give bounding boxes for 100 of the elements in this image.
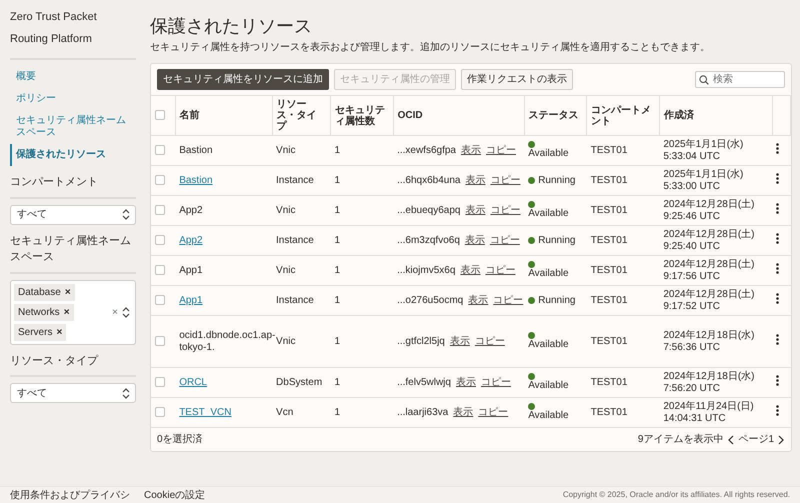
row-checkbox[interactable] xyxy=(155,264,165,275)
status-text: Running xyxy=(538,234,576,246)
table-cell: ...felv5wlwjq xyxy=(397,376,451,388)
select-field[interactable]: すべて xyxy=(10,383,136,403)
show-link[interactable]: 表示 xyxy=(460,264,480,276)
table-cell: 1 xyxy=(334,234,340,246)
select-all-checkbox[interactable] xyxy=(155,110,165,120)
show-link[interactable]: 表示 xyxy=(464,234,485,246)
table-cell: ...ebueqy6apq xyxy=(397,204,460,216)
kebab-menu-icon[interactable] xyxy=(776,143,780,154)
table-cell: TEST01 xyxy=(590,406,628,418)
clear-button[interactable]: × xyxy=(112,304,118,320)
kebab-menu-icon[interactable] xyxy=(776,233,780,244)
table-cell: Instance xyxy=(276,174,314,186)
tag-chip: Servers × xyxy=(14,324,66,340)
next-page-icon[interactable] xyxy=(778,434,785,444)
copy-link[interactable]: コピー xyxy=(490,204,520,216)
row-checkbox[interactable] xyxy=(155,294,165,305)
status-text: Available xyxy=(528,410,569,422)
status-dot xyxy=(528,403,536,410)
toolbar-button[interactable]: 作業リクエストの表示 xyxy=(461,69,573,90)
table-cell: 2024年12月18日(水) 7:56:20 UTC xyxy=(663,370,754,394)
table-cell: Instance xyxy=(276,294,314,306)
multi-select-field[interactable]: Database × Networks × Servers × × xyxy=(10,280,136,344)
toolbar-button[interactable]: セキュリティ属性をリソースに追加 xyxy=(157,69,329,90)
resource-link[interactable]: TEST_VCN xyxy=(179,406,232,418)
copy-link[interactable]: コピー xyxy=(480,376,511,388)
remove-tag-button[interactable]: × xyxy=(56,324,62,340)
table-cell: ...laarji63va xyxy=(397,406,448,418)
row-checkbox[interactable] xyxy=(155,406,165,417)
product-title: Zero Trust Packet Routing Platform xyxy=(10,4,136,60)
table-cell: 1 xyxy=(334,174,340,186)
copy-link[interactable]: コピー xyxy=(490,174,520,186)
table-cell: 2024年12月28日(土) 9:25:40 UTC xyxy=(663,228,754,252)
table-cell: 2024年12月28日(土) 9:25:46 UTC xyxy=(663,198,754,222)
nav-link[interactable]: セキュリティ属性ネームスペース xyxy=(10,110,136,144)
table-cell: 1 xyxy=(334,264,340,276)
table-cell: TEST01 xyxy=(590,376,628,388)
status-text: Available xyxy=(528,268,569,280)
status-dot xyxy=(528,261,536,268)
select-field[interactable]: すべて xyxy=(10,204,136,224)
row-checkbox[interactable] xyxy=(155,144,165,155)
row-checkbox[interactable] xyxy=(155,336,165,346)
remove-tag-button[interactable]: × xyxy=(64,284,71,300)
kebab-menu-icon[interactable] xyxy=(776,334,780,345)
footer-link[interactable]: 使用条件およびプライバシ xyxy=(10,488,130,502)
previous-page-icon[interactable] xyxy=(727,434,734,444)
table-cell: 1 xyxy=(334,376,340,388)
footer-link[interactable]: Cookieの設定 xyxy=(144,488,206,502)
nav-link[interactable]: ポリシー xyxy=(10,88,136,110)
column-header: 名前 xyxy=(180,110,200,121)
row-checkbox[interactable] xyxy=(155,376,165,387)
show-link[interactable]: 表示 xyxy=(450,336,470,346)
table-cell: App1 xyxy=(179,264,203,276)
show-link[interactable]: 表示 xyxy=(453,406,474,418)
table-cell: 2025年1月1日(水) 5:33:00 UTC xyxy=(663,168,744,192)
copy-link[interactable]: コピー xyxy=(478,406,508,418)
copy-link[interactable]: コピー xyxy=(486,144,516,156)
status-dot xyxy=(528,141,536,148)
tag-chip: Database × xyxy=(14,284,75,300)
page-description: セキュリティ属性を持つリソースを表示および管理します。追加のリソースにセキュリティ属性を適用することもできます。 xyxy=(150,40,711,55)
column-header: リソース・タイプ xyxy=(276,99,317,132)
copy-link[interactable]: コピー xyxy=(474,336,505,346)
show-link[interactable]: 表示 xyxy=(465,174,486,186)
table-cell: Vnic xyxy=(276,336,296,346)
copy-link[interactable]: コピー xyxy=(485,264,516,276)
resource-link[interactable]: App1 xyxy=(179,294,203,306)
table-cell: TEST01 xyxy=(590,234,628,246)
status-text: Available xyxy=(528,339,569,351)
table-cell: TEST01 xyxy=(590,336,628,346)
table-cell: Vcn xyxy=(276,406,294,418)
kebab-menu-icon[interactable] xyxy=(776,293,780,304)
copy-link[interactable]: コピー xyxy=(490,234,520,246)
copy-link[interactable]: コピー xyxy=(493,294,524,306)
show-link[interactable]: 表示 xyxy=(460,144,481,156)
resource-link[interactable]: ORCL xyxy=(179,376,207,388)
kebab-menu-icon[interactable] xyxy=(776,173,780,184)
resource-link[interactable]: Bastion xyxy=(179,174,213,186)
kebab-menu-icon[interactable] xyxy=(776,405,780,416)
table-cell: ...o276u5ocmq xyxy=(397,294,464,306)
updown-icon xyxy=(122,209,130,220)
kebab-menu-icon[interactable] xyxy=(776,203,780,214)
kebab-menu-icon[interactable] xyxy=(776,375,780,386)
table-cell: Vnic xyxy=(276,144,296,156)
show-link[interactable]: 表示 xyxy=(465,204,486,216)
show-link[interactable]: 表示 xyxy=(456,376,476,388)
kebab-menu-icon[interactable] xyxy=(776,263,780,274)
row-checkbox[interactable] xyxy=(155,204,165,215)
show-link[interactable]: 表示 xyxy=(468,294,488,306)
nav-link[interactable]: 保護されたリソース xyxy=(10,144,136,166)
remove-tag-button[interactable]: × xyxy=(64,304,70,320)
nav-link[interactable]: 概要 xyxy=(10,66,136,88)
table-cell: TEST01 xyxy=(590,264,628,276)
search-field[interactable]: 検索 xyxy=(695,71,785,88)
row-checkbox[interactable] xyxy=(155,174,165,185)
row-checkbox[interactable] xyxy=(155,234,165,245)
resource-link[interactable]: App2 xyxy=(179,234,203,246)
status-text: Available xyxy=(528,380,569,392)
column-header: ステータス xyxy=(528,110,579,121)
status-dot xyxy=(528,297,536,304)
